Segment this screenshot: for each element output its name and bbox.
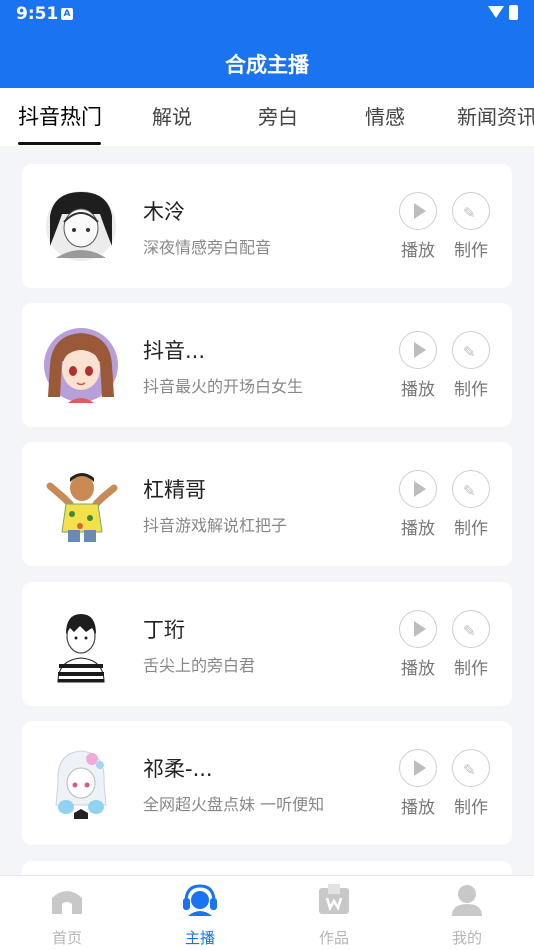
bottom-navigation: 首页 主播 作品 我的 [0, 875, 534, 950]
anchor-description: 舌尖上的旁白君 [143, 656, 256, 675]
anchor-card[interactable]: 祁柔-... 全网超火盘点妹 一听便知 播放 ✎ 制作 [22, 721, 512, 845]
profile-icon [452, 885, 482, 916]
anchor-card[interactable]: 木泠 深夜情感旁白配音 播放 ✎ 制作 [22, 164, 512, 288]
anchor-name: 杠精哥 [143, 478, 206, 502]
make-button[interactable]: ✎ 制作 [451, 192, 491, 261]
notification-icon: A [61, 8, 73, 20]
play-label: 播放 [401, 241, 435, 261]
pencil-icon: ✎ [463, 482, 476, 500]
anchor-card[interactable]: 杠精哥 抖音游戏解说杠把子 播放 ✎ 制作 [22, 442, 512, 566]
make-button[interactable]: ✎ 制作 [451, 331, 491, 400]
tab-douyin-hot[interactable]: 抖音热门 [18, 88, 102, 146]
nav-home-label: 首页 [51, 929, 82, 947]
anchor-name: 抖音... [143, 339, 206, 363]
anchor-card-partial[interactable] [22, 861, 512, 875]
anchor-card[interactable]: 丁珩 舌尖上的旁白君 播放 ✎ 制作 [22, 582, 512, 706]
wifi-icon [488, 6, 504, 18]
anchor-description: 深夜情感旁白配音 [143, 238, 272, 257]
play-icon [414, 342, 426, 358]
tab-narration[interactable]: 旁白 [258, 88, 298, 146]
anchor-avatar [44, 328, 118, 403]
nav-works[interactable]: 作品 [294, 876, 374, 948]
anchor-headset-icon [183, 884, 217, 916]
anchor-description: 全网超火盘点妹 一听便知 [143, 795, 325, 814]
play-button[interactable]: 播放 [398, 470, 438, 539]
make-button[interactable]: ✎ 制作 [451, 610, 491, 679]
status-time: 9:51 [16, 4, 59, 24]
pencil-icon: ✎ [463, 343, 476, 361]
play-label: 播放 [401, 380, 435, 400]
play-label: 播放 [401, 659, 435, 679]
anchor-name: 丁珩 [143, 618, 185, 642]
pencil-icon: ✎ [463, 204, 476, 222]
make-label: 制作 [454, 798, 488, 818]
pencil-icon: ✎ [463, 761, 476, 779]
play-button[interactable]: 播放 [398, 749, 438, 818]
anchor-name: 木泠 [143, 200, 185, 224]
make-label: 制作 [454, 659, 488, 679]
play-icon [414, 621, 426, 637]
nav-home[interactable]: 首页 [27, 876, 107, 948]
works-box-icon [319, 884, 349, 914]
play-button[interactable]: 播放 [398, 192, 438, 261]
anchor-card[interactable]: 抖音... 抖音最火的开场白女生 播放 ✎ 制作 [22, 303, 512, 427]
make-button[interactable]: ✎ 制作 [451, 470, 491, 539]
anchor-avatar [44, 743, 119, 823]
play-button[interactable]: 播放 [398, 610, 438, 679]
tab-emotion[interactable]: 情感 [365, 88, 405, 146]
play-icon [414, 203, 426, 219]
anchor-avatar [46, 191, 116, 261]
anchor-avatar [44, 604, 119, 684]
play-label: 播放 [401, 519, 435, 539]
nav-anchor-label: 主播 [184, 929, 215, 947]
category-tab-bar: 抖音热门 解说 旁白 情感 新闻资讯 [0, 88, 534, 146]
tab-news[interactable]: 新闻资讯 [457, 88, 534, 146]
anchor-description: 抖音游戏解说杠把子 [143, 516, 288, 535]
play-icon [414, 481, 426, 497]
make-label: 制作 [454, 380, 488, 400]
status-bar: 9:51 A [0, 0, 534, 30]
nav-mine-label: 我的 [451, 929, 482, 947]
nav-works-label: 作品 [318, 929, 349, 947]
home-icon [52, 891, 82, 914]
tab-active-indicator [18, 142, 101, 145]
make-button[interactable]: ✎ 制作 [451, 749, 491, 818]
anchor-avatar [44, 464, 119, 544]
anchor-name: 祁柔-... [143, 757, 213, 781]
play-icon [414, 760, 426, 776]
tab-commentary[interactable]: 解说 [152, 88, 192, 146]
page-title: 合成主播 [0, 30, 534, 88]
anchor-description: 抖音最火的开场白女生 [143, 377, 304, 396]
play-button[interactable]: 播放 [398, 331, 438, 400]
battery-icon [509, 5, 518, 20]
nav-mine[interactable]: 我的 [427, 876, 507, 948]
pencil-icon: ✎ [463, 622, 476, 640]
nav-anchor[interactable]: 主播 [160, 876, 240, 948]
make-label: 制作 [454, 519, 488, 539]
make-label: 制作 [454, 241, 488, 261]
play-label: 播放 [401, 798, 435, 818]
